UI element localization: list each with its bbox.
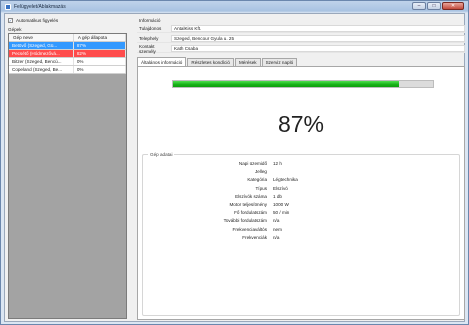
detail-value: 1000 W: [273, 202, 289, 207]
detail-label: Frekvenciaváltós: [232, 226, 267, 232]
title-bar[interactable]: Felügyelet/Ablakmazás – □ ✕: [1, 1, 468, 13]
detail-row: Napi üzemidő 12 h: [143, 161, 459, 169]
machine-status: 82%: [74, 50, 126, 57]
owner-value[interactable]: AntalKiss Kft.: [171, 25, 465, 32]
field-label: Telephely: [139, 36, 159, 41]
detail-label: Kategória: [247, 177, 267, 183]
machine-name: Bitzer (Szeged, Bencú...: [9, 58, 74, 65]
detail-row: Motor teljesítmény 1000 W: [143, 202, 459, 210]
tab-general-info[interactable]: Általános információ: [137, 57, 187, 66]
detail-row: Frekvenciaváltós nem: [143, 227, 459, 235]
machine-name: Pecsétő (Hódmezővá...: [9, 50, 74, 57]
detail-row: Frekvenciák n/a: [143, 235, 459, 243]
app-window: Felügyelet/Ablakmazás – □ ✕ ✓ Automatiku…: [0, 0, 469, 325]
detail-label: További fordulatszám: [223, 218, 267, 224]
machines-label: Gépek: [8, 27, 22, 32]
detail-row: Kategória Légtechnika: [143, 177, 459, 185]
detail-label: Frekvenciák: [242, 234, 267, 240]
contact-field: Kontakt személy Kath Csaba: [137, 43, 465, 54]
owner-field: Tulajdonos AntalKiss Kft.: [137, 25, 465, 33]
tab-strip: Általános információ Részletes kondíció …: [137, 57, 298, 66]
detail-row: Jelleg: [143, 169, 459, 177]
detail-label: Motor teljesítmény: [229, 202, 267, 207]
table-row[interactable]: Pecsétő (Hódmezővá... 82%: [9, 50, 126, 58]
machines-grid[interactable]: Gép neve A gép állapota Betövő (Szeged, …: [8, 33, 127, 319]
condition-percent: 87%: [277, 111, 325, 137]
close-button[interactable]: ✕: [442, 2, 464, 10]
detail-value: 12 h: [273, 161, 282, 166]
contact-value[interactable]: Kath Csaba: [171, 45, 465, 52]
table-row[interactable]: Betövő (Szeged, Gü... 87%: [9, 42, 126, 50]
detail-row: Elszívók száma 1 db: [143, 194, 459, 202]
details-title: Gép adatai: [148, 152, 175, 157]
grid-header: Gép neve A gép állapota: [9, 34, 126, 42]
window-title: Felügyelet/Ablakmazás: [14, 4, 66, 10]
machine-status: 87%: [74, 42, 126, 49]
table-row[interactable]: Bitzer (Szeged, Bencú... 0%: [9, 58, 126, 66]
site-value[interactable]: Szeged, Bencour Gyula u. 25: [171, 35, 465, 42]
machine-status: 0%: [74, 66, 126, 73]
detail-value: [271, 169, 459, 177]
machine-name: Betövő (Szeged, Gü...: [9, 42, 74, 49]
client-area: ✓ Automatikus figyelés Gépek Gép neve A …: [4, 13, 465, 322]
detail-value: n/a: [273, 234, 280, 240]
detail-row: Fő fordulatszám 50 / min: [143, 210, 459, 218]
auto-monitor-checkbox[interactable]: ✓ Automatikus figyelés: [8, 18, 58, 23]
detail-row: További fordulatszám n/a: [143, 218, 459, 226]
detail-label: Jelleg: [254, 169, 267, 175]
tab-detailed-condition[interactable]: Részletes kondíció: [187, 58, 234, 66]
app-icon: [5, 4, 11, 10]
detail-value: Elszívó: [273, 185, 288, 191]
column-header-status[interactable]: A gép állapota: [74, 34, 126, 41]
detail-value: 1 db: [273, 193, 282, 199]
detail-value: n/a: [273, 218, 280, 224]
detail-label: Fő fordulatszám: [234, 210, 267, 216]
machine-status: 0%: [74, 58, 126, 65]
detail-value: Légtechnika: [273, 177, 298, 183]
minimize-button[interactable]: –: [412, 2, 426, 10]
field-label: Tulajdonos: [139, 26, 162, 31]
detail-value: nem: [273, 226, 282, 232]
general-info-panel: 87% Gép adatai Napi üzemidő 12 h Jelleg Kat…: [137, 66, 465, 320]
detail-row: Típus Elszívó: [143, 186, 459, 194]
field-label: Kontakt személy: [139, 43, 156, 54]
machine-name: Copeland (Szeged, Be...: [9, 66, 74, 73]
detail-label: Napi üzemidő: [238, 161, 267, 166]
machine-details-group: Gép adatai Napi üzemidő 12 h Jelleg Kategór…: [142, 152, 460, 316]
tab-service-log[interactable]: Szerviz napló: [261, 58, 298, 66]
info-section-title: Információ: [139, 18, 161, 23]
tab-measurements[interactable]: Mérések: [234, 58, 261, 66]
checkbox-checked-icon[interactable]: ✓: [8, 18, 13, 23]
maximize-button[interactable]: □: [427, 2, 441, 10]
detail-value: 50 / min: [273, 210, 290, 216]
detail-label: Típus: [255, 185, 268, 191]
auto-monitor-label: Automatikus figyelés: [16, 18, 59, 23]
progress-fill: [173, 81, 400, 87]
table-row[interactable]: Copeland (Szeged, Be... 0%: [9, 66, 126, 74]
condition-progress-bar: [172, 80, 434, 88]
column-header-name[interactable]: Gép neve: [9, 34, 74, 41]
detail-label: Elszívók száma: [235, 193, 267, 199]
site-field: Telephely Szeged, Bencour Gyula u. 25: [137, 35, 465, 43]
